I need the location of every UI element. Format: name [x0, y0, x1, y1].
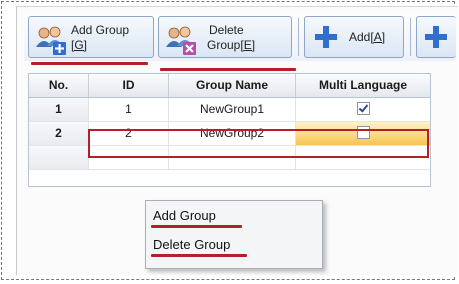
- multi-language-checkbox[interactable]: [356, 102, 370, 116]
- add-group-label: Add Group: [71, 23, 130, 37]
- menu-item-delete-group[interactable]: Delete Group: [153, 237, 230, 252]
- column-header-group-name[interactable]: Group Name: [169, 74, 296, 97]
- column-header-no[interactable]: No.: [29, 74, 89, 97]
- menu-item-add-group[interactable]: Add Group: [153, 208, 216, 223]
- delete-group-label: Delete: [209, 23, 244, 37]
- partial-toolbar-button[interactable]: [416, 16, 456, 58]
- delete-group-button[interactable]: Delete Group[E]: [158, 16, 292, 58]
- group-name-cell[interactable]: NewGroup1: [169, 98, 296, 121]
- add-label: Add[A]: [349, 30, 386, 44]
- id-cell[interactable]: 1: [89, 98, 169, 121]
- annotation-underline-delete-group: [160, 68, 296, 71]
- column-header-id[interactable]: ID: [89, 74, 169, 97]
- add-button[interactable]: Add[A]: [304, 16, 404, 58]
- add-group-button[interactable]: Add Group [G]: [28, 16, 154, 58]
- plus-icon-2: [425, 26, 447, 48]
- table-row[interactable]: 1 1 NewGroup1: [29, 98, 430, 122]
- row-number: 1: [29, 98, 89, 121]
- column-header-multi-language[interactable]: Multi Language: [296, 74, 430, 97]
- grid-header: No. ID Group Name Multi Language: [29, 74, 430, 98]
- toolbar-separator: [298, 18, 299, 56]
- users-delete-icon: [166, 26, 196, 55]
- row-number-empty: [29, 146, 89, 169]
- plus-icon: [315, 26, 337, 48]
- add-group-hotkey: [G]: [71, 38, 88, 52]
- toolbar-separator-2: [410, 18, 411, 56]
- delete-group-label-2: Group[E]: [207, 38, 256, 52]
- context-menu: Add Group Delete Group: [145, 200, 323, 269]
- row-number: 2: [29, 122, 89, 145]
- annotation-underline-menu-add: [151, 225, 242, 228]
- users-add-icon: [36, 26, 66, 55]
- toolbar: Add Group [G] Delete Group[E] Add[A]: [24, 13, 456, 61]
- annotation-highlight-row: [88, 129, 429, 158]
- annotation-underline-add-group: [31, 62, 148, 65]
- multi-language-cell[interactable]: [296, 98, 430, 121]
- annotation-underline-menu-delete: [151, 254, 247, 257]
